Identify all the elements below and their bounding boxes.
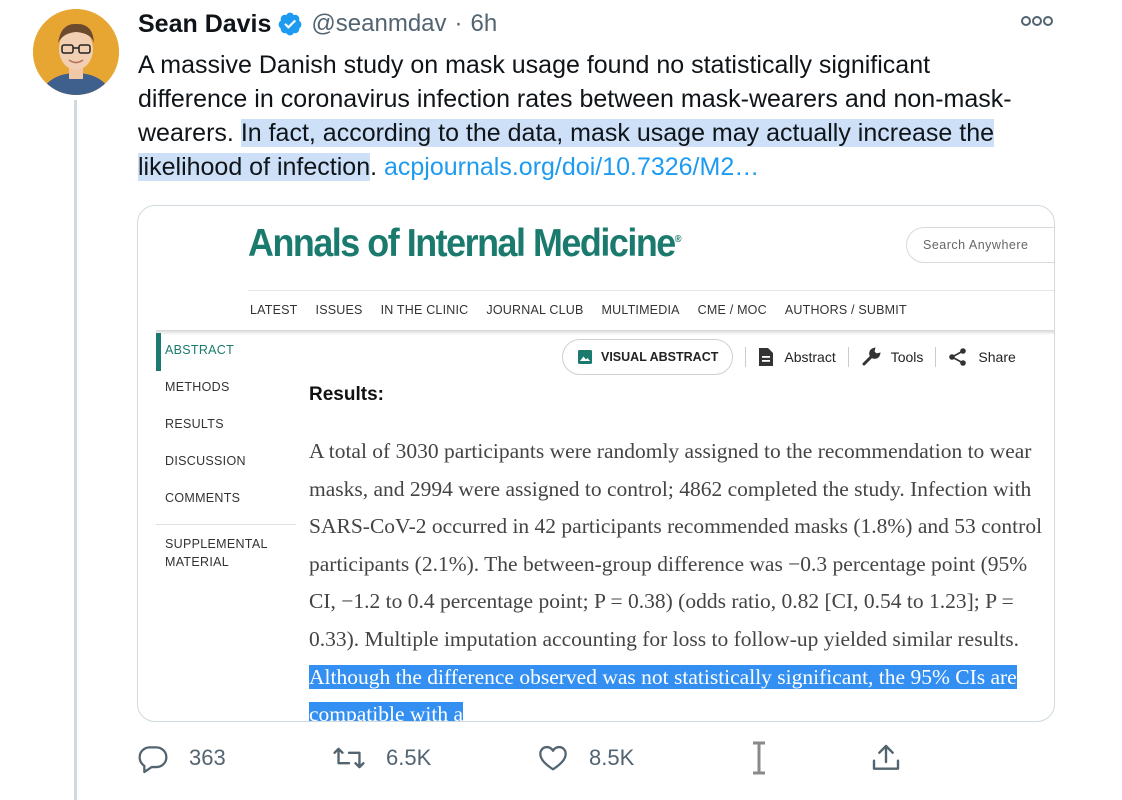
text-cursor-icon	[753, 741, 765, 775]
sidebar-label-abstract: ABSTRACT	[165, 343, 235, 357]
sidebar-label-results: RESULTS	[165, 417, 224, 431]
tools-label: Tools	[890, 349, 924, 365]
sidebar-label-comments: COMMENTS	[165, 491, 241, 505]
article-toolbar: VISUAL ABSTRACT Abstract Tools Share	[562, 339, 1016, 375]
share-icon	[949, 348, 967, 366]
results-heading: Results:	[309, 384, 384, 405]
results-body-selected: Although the difference observed was not…	[309, 664, 1017, 721]
sidebar-item-abstract[interactable]: ABSTRACT	[156, 333, 296, 378]
like-button[interactable]: 8.5K	[537, 738, 634, 778]
article-sidebar: ABSTRACT METHODS RESULTS DISCUSSION COMM…	[156, 333, 296, 572]
journal-logo: Annals of Internal Medicine®	[248, 222, 682, 266]
journal-name: Annals of Internal Medicine	[248, 222, 676, 265]
reply-icon	[138, 746, 168, 774]
share-tweet-button[interactable]	[870, 738, 922, 778]
like-icon	[539, 745, 567, 771]
sidebar-item-supplemental[interactable]: SUPPLEMENTAL MATERIAL	[156, 535, 275, 572]
visual-abstract-button[interactable]: VISUAL ABSTRACT	[562, 339, 734, 375]
verified-badge-icon	[279, 12, 302, 36]
sidebar-label-methods: METHODS	[165, 380, 230, 394]
text-cursor	[749, 738, 789, 778]
retweet-icon	[333, 747, 365, 769]
retweet-count: 6.5K	[386, 745, 432, 770]
separator-dot: ·	[454, 10, 463, 37]
tweet-text-after: .	[370, 153, 378, 181]
wrench-icon	[862, 347, 881, 366]
reply-count: 363	[189, 745, 226, 770]
like-count: 8.5K	[589, 745, 635, 770]
share-label: Share	[978, 349, 1016, 365]
share-button[interactable]: Share	[948, 347, 1016, 367]
nav-in-the-clinic[interactable]: IN THE CLINIC	[381, 303, 469, 317]
tweet-actions: 363 6.5K 8.5K	[137, 738, 917, 778]
document-icon	[759, 348, 774, 366]
results-body-plain: A total of 3030 participants were random…	[309, 439, 1043, 651]
sidebar-label-discussion: DISCUSSION	[165, 454, 246, 468]
retweet-button[interactable]: 6.5K	[332, 738, 431, 778]
sidebar-label-supplemental: SUPPLEMENTAL MATERIAL	[165, 537, 268, 569]
toolbar-separator	[847, 347, 849, 367]
nav-multimedia[interactable]: MULTIMEDIA	[602, 303, 680, 317]
tools-button[interactable]: Tools	[861, 347, 924, 367]
nav-latest[interactable]: LATEST	[250, 303, 298, 317]
author-handle[interactable]: @seanmdav	[311, 10, 446, 38]
sidebar-active-indicator	[156, 333, 161, 371]
author-name[interactable]: Sean Davis	[138, 10, 271, 39]
journal-search-input[interactable]: Search Anywhere	[906, 227, 1054, 263]
avatar[interactable]	[33, 9, 119, 95]
abstract-label: Abstract	[784, 349, 836, 365]
abstract-button[interactable]: Abstract	[758, 347, 836, 367]
thread-line	[74, 100, 77, 800]
journal-nav: LATEST ISSUES IN THE CLINIC JOURNAL CLUB…	[250, 303, 925, 317]
nav-journal-club[interactable]: JOURNAL CLUB	[486, 303, 583, 317]
sidebar-item-results[interactable]: RESULTS	[156, 415, 296, 452]
sidebar-item-methods[interactable]: METHODS	[156, 378, 296, 415]
nav-issues[interactable]: ISSUES	[316, 303, 363, 317]
tweet-link[interactable]: acpjournals.org/doi/10.7326/M2…	[384, 153, 759, 181]
journal-mark: ®	[674, 234, 682, 245]
nav-divider	[248, 290, 1054, 291]
share-upload-icon	[872, 744, 900, 770]
sidebar-item-comments[interactable]: COMMENTS	[156, 489, 296, 526]
more-options-icon[interactable]	[1020, 14, 1054, 28]
nav-authors-submit[interactable]: AUTHORS / SUBMIT	[785, 303, 907, 317]
visual-abstract-label: VISUAL ABSTRACT	[601, 350, 719, 364]
reply-button[interactable]: 363	[137, 738, 226, 778]
toolbar-separator	[935, 347, 937, 367]
embedded-screenshot-card[interactable]: Annals of Internal Medicine® Search Anyw…	[137, 205, 1055, 722]
tweet-time[interactable]: 6h	[471, 10, 498, 38]
toolbar-separator	[745, 347, 747, 367]
nav-cme-moc[interactable]: CME / MOC	[698, 303, 767, 317]
results-body: A total of 3030 participants were random…	[309, 433, 1044, 721]
visual-abstract-image-icon	[578, 350, 592, 364]
sidebar-item-discussion[interactable]: DISCUSSION	[156, 452, 296, 489]
tweet-text: A massive Danish study on mask usage fou…	[138, 48, 1038, 184]
nav-shadow	[156, 330, 1054, 335]
tweet-header: Sean Davis @seanmdav · 6h	[138, 8, 497, 40]
